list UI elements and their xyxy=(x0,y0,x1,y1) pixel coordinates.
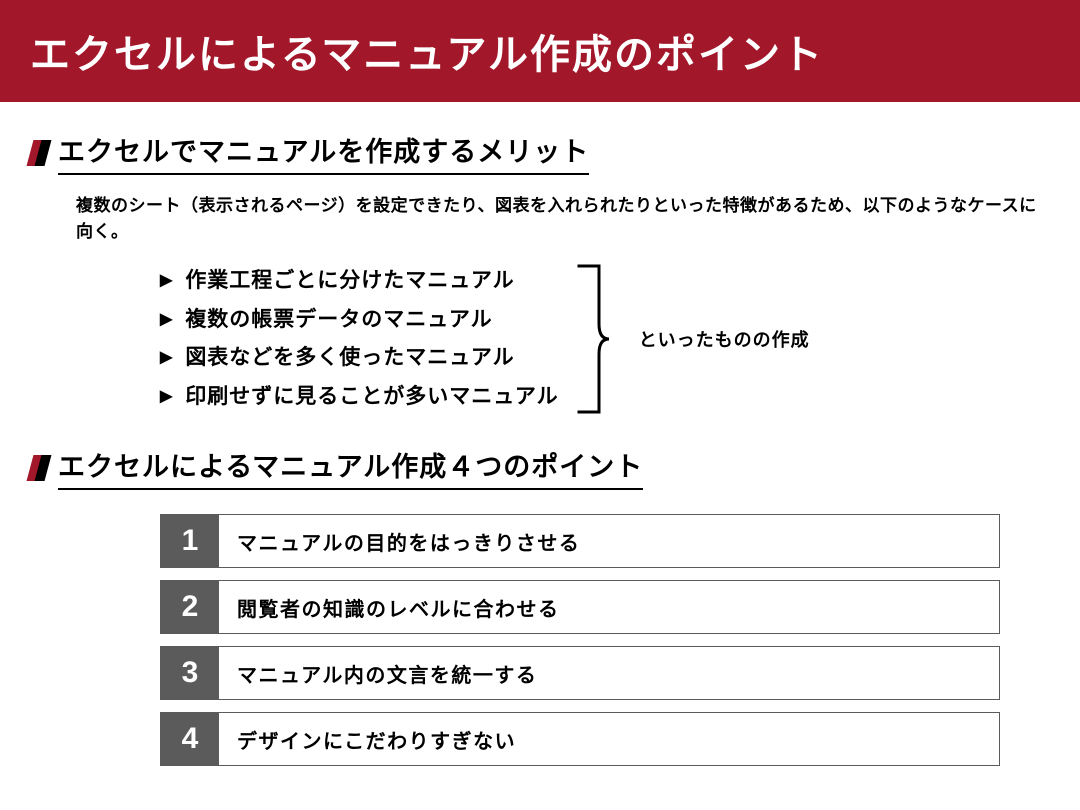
brace-label: といったものの作成 xyxy=(639,326,810,352)
page-title: エクセルによるマニュアル作成のポイント xyxy=(0,0,1080,102)
merit-item: 印刷せずに見ることが多いマニュアル xyxy=(160,378,559,417)
section-heading-1: エクセルでマニュアルを作成するメリット xyxy=(30,130,1050,175)
point-text: デザインにこだわりすぎない xyxy=(219,713,999,765)
heading-marker-icon xyxy=(30,140,50,166)
points-list: 1 マニュアルの目的をはっきりさせる 2 閲覧者の知識のレベルに合わせる 3 マ… xyxy=(160,514,1000,766)
point-row: 3 マニュアル内の文言を統一する xyxy=(160,646,1000,700)
section-heading-2: エクセルによるマニュアル作成４つのポイント xyxy=(30,445,1050,490)
point-number: 3 xyxy=(161,647,219,699)
point-number: 1 xyxy=(161,515,219,567)
section-1-lead: 複数のシート（表示されるページ）を設定できたり、図表を入れられたりといった特徴が… xyxy=(76,193,1050,246)
right-brace-icon xyxy=(577,264,611,414)
point-number: 4 xyxy=(161,713,219,765)
section-merits: エクセルでマニュアルを作成するメリット 複数のシート（表示されるページ）を設定で… xyxy=(0,102,1080,417)
section-points: エクセルによるマニュアル作成４つのポイント 1 マニュアルの目的をはっきりさせる… xyxy=(0,417,1080,766)
point-number: 2 xyxy=(161,581,219,633)
merits-area: 作業工程ごとに分けたマニュアル 複数の帳票データのマニュアル 図表などを多く使っ… xyxy=(160,262,1050,417)
heading-marker-icon xyxy=(30,455,50,481)
point-text: マニュアル内の文言を統一する xyxy=(219,647,999,699)
merit-item: 図表などを多く使ったマニュアル xyxy=(160,339,559,378)
merits-list: 作業工程ごとに分けたマニュアル 複数の帳票データのマニュアル 図表などを多く使っ… xyxy=(160,262,559,417)
section-heading-1-text: エクセルでマニュアルを作成するメリット xyxy=(58,130,589,175)
section-heading-2-text: エクセルによるマニュアル作成４つのポイント xyxy=(58,445,643,490)
merit-item: 複数の帳票データのマニュアル xyxy=(160,301,559,340)
point-text: マニュアルの目的をはっきりさせる xyxy=(219,515,999,567)
point-row: 1 マニュアルの目的をはっきりさせる xyxy=(160,514,1000,568)
merit-item: 作業工程ごとに分けたマニュアル xyxy=(160,262,559,301)
point-row: 4 デザインにこだわりすぎない xyxy=(160,712,1000,766)
point-row: 2 閲覧者の知識のレベルに合わせる xyxy=(160,580,1000,634)
point-text: 閲覧者の知識のレベルに合わせる xyxy=(219,581,999,633)
